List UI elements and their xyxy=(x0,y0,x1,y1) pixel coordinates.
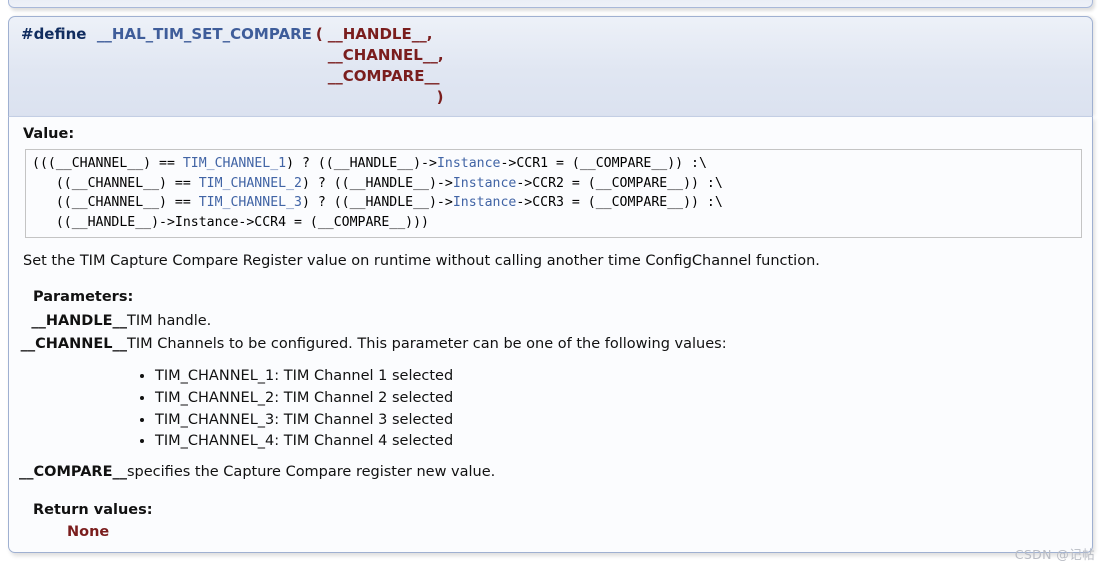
prototype-spacer-3 xyxy=(21,87,328,108)
parameters-table: __HANDLE__ TIM handle. __CHANNEL__ TIM C… xyxy=(19,310,727,484)
code-line: ((__CHANNEL__) == TIM_CHANNEL_3) ? ((__H… xyxy=(32,193,1075,213)
code-text: ) ? ((__HANDLE__)-> xyxy=(286,156,437,171)
code-symbol-link[interactable]: TIM_CHANNEL_1 xyxy=(183,156,286,171)
code-text: ((__CHANNEL__) == xyxy=(32,175,199,191)
prototype-arg-1: __CHANNEL__ xyxy=(327,46,438,64)
csdn-watermark: CSDN @记帖 xyxy=(1014,547,1095,562)
prototype-row-3: ) xyxy=(21,87,444,108)
param-doc-handle: TIM handle. xyxy=(127,313,212,329)
previous-member-box-stub xyxy=(8,0,1093,8)
code-symbol-link[interactable]: Instance xyxy=(437,156,501,171)
list-item: TIM_CHANNEL_4: TIM Channel 4 selected xyxy=(155,431,727,453)
prototype-close-paren-cell: ) xyxy=(328,87,444,108)
return-value-none: None xyxy=(67,524,110,540)
list-item: TIM_CHANNEL_2: TIM Channel 2 selected xyxy=(155,388,727,410)
doxygen-member-page: #define __HAL_TIM_SET_COMPARE( __HANDLE_… xyxy=(0,0,1109,569)
code-text: (((__CHANNEL__) == xyxy=(32,156,183,171)
code-text: ((__CHANNEL__) == xyxy=(32,195,199,210)
prototype-arg-cell-1: __CHANNEL__, xyxy=(328,45,444,66)
code-text: ->CCR3 = (__COMPARE__)) :\ xyxy=(516,195,723,210)
member-documentation-body: Value: (((__CHANNEL__) == TIM_CHANNEL_1)… xyxy=(8,116,1093,553)
param-name-handle: __HANDLE__ xyxy=(31,313,127,329)
table-row: __CHANNEL__ TIM Channels to be configure… xyxy=(19,333,727,461)
open-paren: ( xyxy=(315,25,323,43)
value-code-block: (((__CHANNEL__) == TIM_CHANNEL_1) ? ((__… xyxy=(25,149,1082,238)
param-doc-compare: specifies the Capture Compare register n… xyxy=(127,464,496,480)
list-item: TIM_CHANNEL_1: TIM Channel 1 selected xyxy=(155,366,727,388)
code-text: ->CCR1 = (__COMPARE__)) :\ xyxy=(500,156,707,171)
prototype-arg-sep-1: , xyxy=(437,46,444,64)
prototype-arg-cell-0: __HANDLE__, xyxy=(328,24,444,45)
code-symbol-link[interactable]: TIM_CHANNEL_3 xyxy=(199,195,302,210)
code-text: ((__HANDLE__)->Instance->CCR4 = (__COMPA… xyxy=(32,214,429,230)
param-name-compare: __COMPARE__ xyxy=(19,464,127,480)
prototype-spacer-2 xyxy=(21,66,328,87)
prototype-row-1: __CHANNEL__, xyxy=(21,45,444,66)
prototype-keyword-cell: #define __HAL_TIM_SET_COMPARE( xyxy=(21,24,328,45)
prototype-arg-2: __COMPARE__ xyxy=(327,67,440,85)
prototype-row-2: __COMPARE__ xyxy=(21,66,444,87)
code-symbol-link[interactable]: Instance xyxy=(453,195,517,210)
prototype-arg-0: __HANDLE__ xyxy=(327,25,427,43)
code-text: ) ? ((__HANDLE__)-> xyxy=(301,175,453,191)
member-prototype-header: #define __HAL_TIM_SET_COMPARE( __HANDLE_… xyxy=(8,16,1093,116)
prototype-arg-sep-0: , xyxy=(426,25,433,43)
prototype-table: #define __HAL_TIM_SET_COMPARE( __HANDLE_… xyxy=(21,24,444,108)
prototype-spacer-1 xyxy=(21,45,328,66)
param-doc-channel: TIM Channels to be configured. This para… xyxy=(127,333,727,461)
param-name-channel: __CHANNEL__ xyxy=(20,336,127,352)
code-symbol-link[interactable]: TIM_CHANNEL_2 xyxy=(199,176,302,191)
code-text: ) ? ((__HANDLE__)-> xyxy=(301,195,453,210)
parameters-title: Parameters: xyxy=(33,289,134,305)
code-line: ((__CHANNEL__) == TIM_CHANNEL_2) ? ((__H… xyxy=(32,174,1075,194)
table-row: __COMPARE__ specifies the Capture Compar… xyxy=(19,461,727,484)
code-line: ((__HANDLE__)->Instance->CCR4 = (__COMPA… xyxy=(32,213,1075,233)
value-label: Value: xyxy=(23,126,75,142)
return-values-title: Return values: xyxy=(33,502,153,518)
macro-name[interactable]: __HAL_TIM_SET_COMPARE xyxy=(97,25,312,43)
code-symbol-link[interactable]: Instance xyxy=(453,176,517,191)
list-item: TIM_CHANNEL_3: TIM Channel 3 selected xyxy=(155,410,727,432)
code-text: ->CCR2 = (__COMPARE__)) :\ xyxy=(516,175,723,191)
prototype-row-0: #define __HAL_TIM_SET_COMPARE( __HANDLE_… xyxy=(21,24,444,45)
prototype-arg-cell-2: __COMPARE__ xyxy=(328,66,444,87)
close-paren: ) xyxy=(436,88,444,106)
code-line: (((__CHANNEL__) == TIM_CHANNEL_1) ? ((__… xyxy=(32,154,1075,174)
define-keyword: #define xyxy=(21,25,87,43)
channel-values-list: TIM_CHANNEL_1: TIM Channel 1 selectedTIM… xyxy=(127,366,727,453)
table-row: __HANDLE__ TIM handle. xyxy=(19,310,727,333)
param-doc-channel-text: TIM Channels to be configured. This para… xyxy=(127,336,727,352)
member-description: Set the TIM Capture Compare Register val… xyxy=(23,253,820,269)
